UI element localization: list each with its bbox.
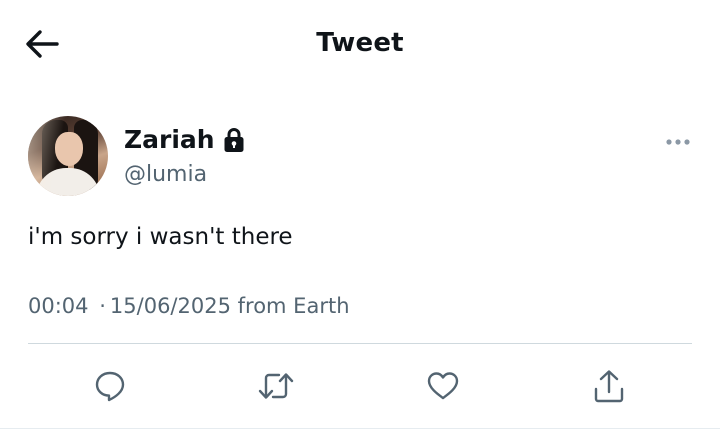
tweet-actions (0, 362, 720, 410)
reply-button[interactable] (86, 362, 134, 410)
display-name: Zariah (124, 125, 215, 154)
share-icon (594, 370, 624, 403)
lock-icon (223, 126, 247, 154)
avatar[interactable] (28, 116, 108, 196)
tweet-time[interactable]: 00:04 (28, 294, 89, 318)
tweet-detail-screen: Tweet Zariah @lumia i'm sorry i wasn't t… (0, 0, 720, 436)
tweet-source: from Earth (237, 294, 350, 318)
retweet-icon (258, 373, 294, 399)
share-button[interactable] (585, 362, 633, 410)
top-bar: Tweet (0, 0, 720, 90)
page-title: Tweet (316, 28, 404, 58)
tweet-text: i'm sorry i wasn't there (28, 224, 293, 250)
tweet-date[interactable]: 15/06/2025 (110, 294, 231, 318)
more-options-button[interactable] (664, 130, 692, 154)
bottom-divider (0, 428, 720, 429)
author-handle[interactable]: @lumia (124, 160, 207, 190)
author-name-row[interactable]: Zariah (124, 122, 247, 158)
tweet-metadata: 00:04 · 15/06/2025 from Earth (28, 290, 350, 322)
like-button[interactable] (419, 362, 467, 410)
heart-icon (427, 372, 459, 400)
reply-icon (95, 371, 125, 402)
meta-separator: · (99, 294, 106, 318)
divider (28, 343, 692, 344)
more-horizontal-icon (666, 139, 690, 145)
tweet-author: Zariah @lumia (28, 116, 692, 196)
avatar-light (28, 116, 108, 196)
retweet-button[interactable] (252, 362, 300, 410)
